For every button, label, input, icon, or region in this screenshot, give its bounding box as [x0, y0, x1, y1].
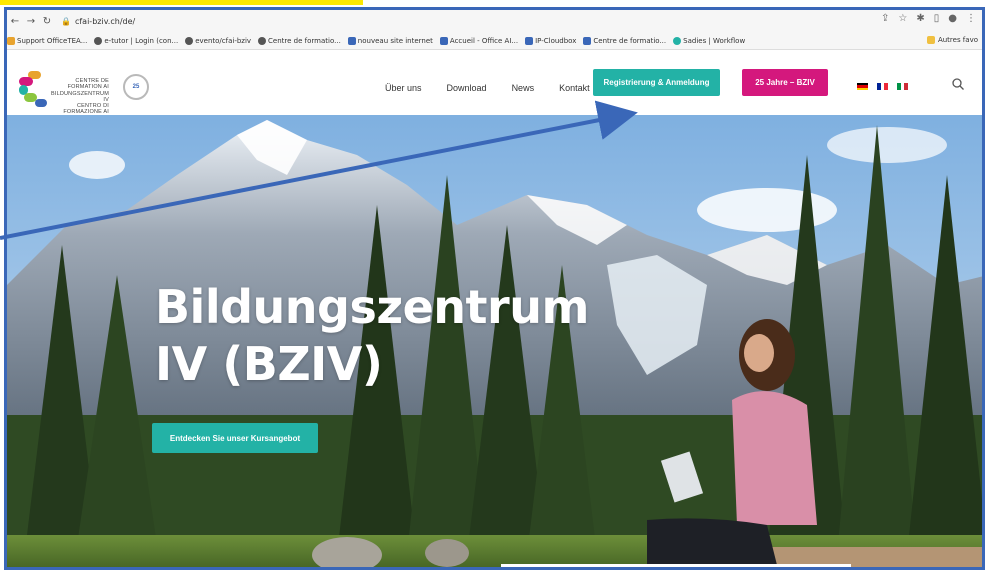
bookmark-icon: [525, 36, 534, 45]
logo-line-fr: CENTRE DE FORMATION AI: [67, 78, 109, 91]
bookmark-label: nouveau site internet: [357, 36, 433, 45]
bookmark-item[interactable]: Centre de formatio...: [583, 36, 667, 45]
bookmark-label: Support OfficeTEA...: [17, 36, 88, 45]
hero-title-line2: IV (BZIV): [155, 337, 383, 391]
bookmark-item[interactable]: Sadies | Workflow: [673, 36, 746, 45]
flag-de-icon[interactable]: [857, 83, 868, 90]
bookmark-label: evento/cfai-bziv: [195, 36, 252, 45]
jubilee-button-label: 25 Jahre – BZIV: [755, 78, 815, 87]
forward-icon[interactable]: →: [23, 16, 39, 27]
badge-text: 25: [132, 84, 140, 90]
flag-it-icon[interactable]: [897, 83, 909, 90]
hero-section: Bildungszentrum IV (BZIV) Entdecken Sie …: [7, 115, 982, 567]
other-bookmarks-label: Autres favo: [937, 36, 978, 44]
bookmarks-bar: Support OfficeTEA... e-tutor | Login (co…: [7, 32, 982, 50]
bookmark-label: IP-Cloudbox: [535, 36, 577, 45]
globe-icon: [94, 36, 103, 45]
star-icon[interactable]: ☆: [898, 13, 907, 24]
logo-line-de: BILDUNGSZENTRUM IV: [50, 90, 109, 103]
globe-icon: [258, 36, 267, 45]
course-offer-button[interactable]: Entdecken Sie unser Kursangebot: [152, 423, 318, 453]
language-switcher: [857, 83, 909, 90]
bookmark-item[interactable]: Support OfficeTEA...: [7, 36, 88, 45]
hero-title-line1: Bildungszentrum: [155, 280, 589, 334]
site-header: CENTRE DE FORMATION AI BILDUNGSZENTRUM I…: [7, 51, 982, 122]
anniversary-badge: 25: [123, 74, 149, 100]
reload-icon[interactable]: ↻: [39, 16, 55, 27]
hero-title: Bildungszentrum IV (BZIV): [155, 279, 589, 393]
registration-button[interactable]: Registrierung & Anmeldung: [593, 69, 720, 96]
apps-icon: [7, 36, 15, 45]
bookmark-icon: [439, 36, 448, 45]
bookmark-label: Accueil - Office AI...: [449, 36, 519, 45]
back-icon[interactable]: ←: [7, 16, 23, 27]
main-nav: Über uns Download News Kontakt: [385, 83, 615, 93]
jubilee-button[interactable]: 25 Jahre – BZIV: [742, 69, 828, 96]
bookmark-item[interactable]: e-tutor | Login (con...: [94, 36, 179, 45]
url-text: cfai-bziv.ch/de/: [74, 16, 136, 26]
logo-mark-icon: [19, 71, 47, 107]
bookmark-item[interactable]: evento/cfai-bziv: [185, 36, 252, 45]
nav-ueber-uns[interactable]: Über uns: [385, 83, 422, 93]
url-field[interactable]: 🔒 cfai-bziv.ch/de/: [61, 17, 135, 26]
bookmark-item[interactable]: nouveau site internet: [347, 36, 433, 45]
bookmark-icon: [583, 36, 592, 45]
folder-icon: [926, 36, 935, 44]
share-icon[interactable]: ⇪: [881, 13, 889, 24]
bookmark-label: e-tutor | Login (con...: [104, 36, 179, 45]
highlight-banner: [0, 0, 363, 5]
logo-line-it: CENTRO DI FORMAZIONE AI: [63, 103, 109, 116]
logo-text: CENTRE DE FORMATION AI BILDUNGSZENTRUM I…: [49, 78, 109, 116]
sidebar-icon[interactable]: ▯: [934, 13, 940, 24]
nav-news[interactable]: News: [512, 83, 535, 93]
menu-icon[interactable]: ⋮: [966, 13, 976, 24]
browser-address-bar: ← → ↻ 🔒 cfai-bziv.ch/de/ ⇪ ☆ ✱ ▯ ● ⋮: [7, 10, 982, 32]
globe-icon: [185, 36, 194, 45]
screenshot-frame: ← → ↻ 🔒 cfai-bziv.ch/de/ ⇪ ☆ ✱ ▯ ● ⋮ Sup…: [4, 7, 985, 570]
hero-card: [501, 564, 851, 567]
flag-fr-icon[interactable]: [877, 83, 889, 90]
bookmark-item[interactable]: IP-Cloudbox: [525, 36, 577, 45]
nav-download[interactable]: Download: [447, 83, 487, 93]
nav-kontakt[interactable]: Kontakt: [559, 83, 590, 93]
search-icon[interactable]: [951, 77, 965, 91]
bookmark-label: Centre de formatio...: [593, 36, 667, 45]
bookmark-label: Centre de formatio...: [268, 36, 341, 45]
browser-toolbar-right: ⇪ ☆ ✱ ▯ ● ⋮: [881, 13, 976, 24]
bookmark-label: Sadies | Workflow: [683, 36, 746, 45]
registration-button-label: Registrierung & Anmeldung: [603, 78, 710, 87]
bookmark-icon: [347, 36, 356, 45]
other-bookmarks[interactable]: Autres favo: [926, 36, 978, 44]
profile-icon[interactable]: ●: [948, 13, 957, 24]
lock-icon: 🔒: [61, 16, 71, 26]
bookmark-item[interactable]: Accueil - Office AI...: [439, 36, 519, 45]
site-logo[interactable]: CENTRE DE FORMATION AI BILDUNGSZENTRUM I…: [19, 71, 149, 115]
extension-icon[interactable]: ✱: [916, 13, 924, 24]
bookmark-icon: [673, 36, 682, 45]
course-offer-button-label: Entdecken Sie unser Kursangebot: [169, 433, 301, 443]
bookmark-item[interactable]: Centre de formatio...: [258, 36, 341, 45]
